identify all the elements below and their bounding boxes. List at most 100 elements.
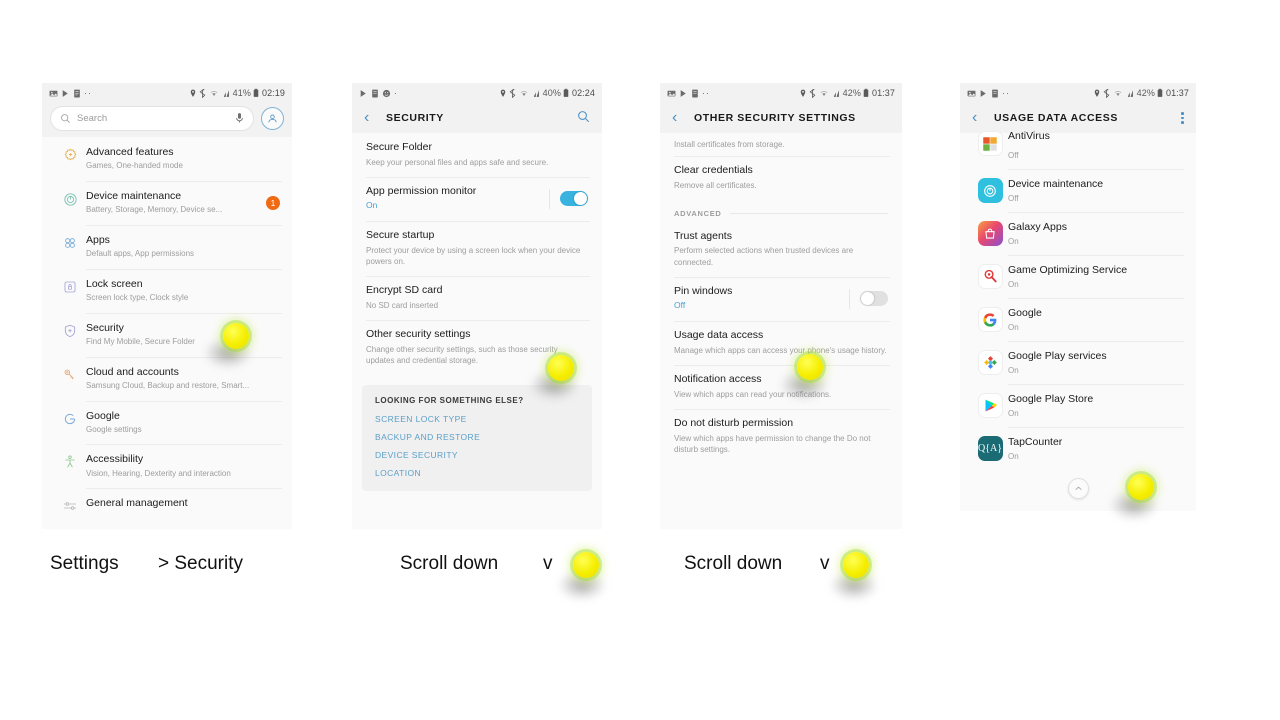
row-subtitle: Perform selected actions when trusted de… <box>674 246 854 267</box>
other-security-list: Install certificates from storage. Clear… <box>660 133 902 464</box>
link-location[interactable]: LOCATION <box>375 468 579 478</box>
battery-icon <box>1158 88 1163 97</box>
app-row-google-play-store[interactable]: Google Play Store On <box>960 384 1196 427</box>
cloud-accounts-icon <box>54 366 86 383</box>
app-state: On <box>1008 408 1019 418</box>
status-bar: · 40% 02:24 <box>352 83 602 103</box>
tap-marker-caption-scroll-2 <box>843 552 869 578</box>
row-trust-agents[interactable]: Trust agents Perform selected actions wh… <box>660 222 902 277</box>
wifi-icon <box>520 90 527 96</box>
phone-panel-other-security-settings: ·· 42% 01:37 ‹ OTHER SECURITY SETTINGS I… <box>660 83 902 529</box>
account-avatar-button[interactable] <box>261 106 284 130</box>
row-clear-credentials[interactable]: Clear credentials Remove all certificate… <box>660 156 902 200</box>
app-bar: ‹ OTHER SECURITY SETTINGS <box>660 103 902 133</box>
app-row-device-maintenance[interactable]: Device maintenance Off <box>960 169 1196 212</box>
status-bar-left-icons: ·· <box>967 88 1010 98</box>
location-icon <box>190 89 195 97</box>
row-subtitle: Install certificates from storage. <box>674 140 785 149</box>
tap-marker-usage-data-access <box>797 354 823 380</box>
row-title: Advanced features <box>86 146 174 158</box>
row-subtitle: Default apps, App permissions <box>86 248 195 258</box>
status-badge: 1 <box>266 195 280 210</box>
page-title: USAGE DATA ACCESS <box>994 112 1118 124</box>
row-subtitle: Protect your device by using a screen lo… <box>366 246 581 267</box>
search-input[interactable]: Search <box>50 105 254 131</box>
app-row-antivirus[interactable]: AntiVirus Off <box>960 130 1196 169</box>
row-subtitle: Manage which apps can access your phone'… <box>674 346 887 356</box>
search-icon[interactable] <box>577 110 590 126</box>
pin-windows-toggle[interactable] <box>860 291 888 307</box>
settings-row-lock-screen[interactable]: Lock screen Screen lock type, Clock styl… <box>42 268 292 313</box>
app-name: Galaxy Apps <box>1008 221 1067 234</box>
tapcounter-app-icon: Q{A} <box>972 436 1008 461</box>
battery-icon <box>864 88 869 97</box>
settings-row-google[interactable]: Google Google settings <box>42 400 292 445</box>
row-usage-data-access[interactable]: Usage data access Manage which apps can … <box>660 321 902 365</box>
settings-row-cloud-and-accounts[interactable]: Cloud and accounts Samsung Cloud, Backup… <box>42 356 292 401</box>
app-row-tapcounter[interactable]: Q{A} TapCounter On <box>960 427 1196 470</box>
app-permission-monitor-toggle[interactable] <box>560 191 588 207</box>
link-device-security[interactable]: DEVICE SECURITY <box>375 450 579 460</box>
phone-panel-usage-data-access: ·· 42% 01:37 ‹ USAGE DATA ACCESS AntiVir… <box>960 83 1196 511</box>
app-name: Device maintenance <box>1008 178 1104 191</box>
row-title: General management <box>86 497 188 510</box>
settings-row-general-management[interactable]: General management <box>42 488 292 523</box>
security-row-app-permission-monitor[interactable]: App permission monitor On <box>352 176 602 222</box>
back-icon[interactable]: ‹ <box>364 110 382 126</box>
status-bar-clock: 01:37 <box>1165 88 1189 98</box>
status-bar-clock: 02:19 <box>261 88 285 98</box>
row-title: Cloud and accounts <box>86 365 179 378</box>
row-subtitle: Samsung Cloud, Backup and restore, Smart… <box>86 380 250 390</box>
link-backup-and-restore[interactable]: BACKUP AND RESTORE <box>375 432 579 442</box>
settings-row-accessibility[interactable]: Accessibility Vision, Hearing, Dexterity… <box>42 444 292 488</box>
phone-panel-security: · 40% 02:24 ‹ SECURITY Secure Folder Kee… <box>352 83 602 529</box>
avatar <box>268 114 277 122</box>
lock-screen-icon <box>54 278 86 295</box>
google-icon <box>54 410 86 427</box>
app-row-galaxy-apps[interactable]: Galaxy Apps On <box>960 212 1196 255</box>
battery-percent: 41% <box>232 88 251 98</box>
settings-row-advanced-features[interactable]: Advanced features Games, One-handed mode <box>42 137 292 181</box>
settings-row-security[interactable]: Security Find My Mobile, Secure Folder <box>42 312 292 357</box>
status-bar-left-icons: · <box>359 88 398 98</box>
link-screen-lock-type[interactable]: SCREEN LOCK TYPE <box>375 414 579 424</box>
caption-scroll-down-1: Scroll down <box>400 553 499 574</box>
caption-settings-breadcrumb: > Security <box>158 553 244 574</box>
app-row-google[interactable]: Google On <box>960 298 1196 341</box>
more-notifications-icon: ·· <box>84 88 92 98</box>
scroll-to-top-button[interactable] <box>1068 478 1089 499</box>
back-icon[interactable]: ‹ <box>672 110 690 126</box>
caption-scroll-down-2: Scroll down <box>684 553 783 574</box>
row-do-not-disturb-permission[interactable]: Do not disturb permission View which app… <box>660 409 902 464</box>
app-name: Game Optimizing Service <box>1008 264 1128 277</box>
row-title: Accessibility <box>86 453 144 466</box>
clipped-row-install-certificates[interactable]: Install certificates from storage. <box>660 133 902 156</box>
more-notifications-icon: ·· <box>1002 88 1010 98</box>
row-pin-windows[interactable]: Pin windows Off <box>660 276 902 322</box>
row-title: Pin windows <box>674 284 733 297</box>
app-row-google-play-services[interactable]: Google Play services On <box>960 341 1196 384</box>
settings-row-device-maintenance[interactable]: Device maintenance Battery, Storage, Mem… <box>42 180 292 225</box>
settings-row-apps[interactable]: Apps Default apps, App permissions <box>42 224 292 269</box>
document-notification-icon <box>692 89 698 97</box>
app-row-game-optimizing-service[interactable]: Game Optimizing Service On <box>960 255 1196 298</box>
security-row-encrypt-sd-card[interactable]: Encrypt SD card No SD card inserted <box>352 276 602 320</box>
row-title: Secure Folder <box>366 141 432 153</box>
back-icon[interactable]: ‹ <box>972 110 990 126</box>
microphone-icon[interactable] <box>235 112 244 124</box>
row-subtitle: Google settings <box>86 424 142 434</box>
settings-search-row: Search <box>42 103 292 137</box>
app-name: Google Play Store <box>1008 393 1094 406</box>
more-options-icon[interactable] <box>1181 112 1184 124</box>
security-row-secure-folder[interactable]: Secure Folder Keep your personal files a… <box>352 133 602 177</box>
antivirus-app-icon <box>972 131 1008 160</box>
game-optimizing-service-app-icon <box>972 264 1008 289</box>
cellular-signal-icon <box>533 89 540 97</box>
security-row-secure-startup[interactable]: Secure startup Protect your device by us… <box>352 221 602 276</box>
row-title: Google <box>86 409 120 422</box>
wifi-icon <box>820 90 827 96</box>
location-icon <box>800 89 805 97</box>
status-bar-right-icons: 42% 01:37 <box>1093 88 1189 98</box>
caption-settings: Settings <box>50 553 119 574</box>
row-title: Clear credentials <box>674 164 753 176</box>
